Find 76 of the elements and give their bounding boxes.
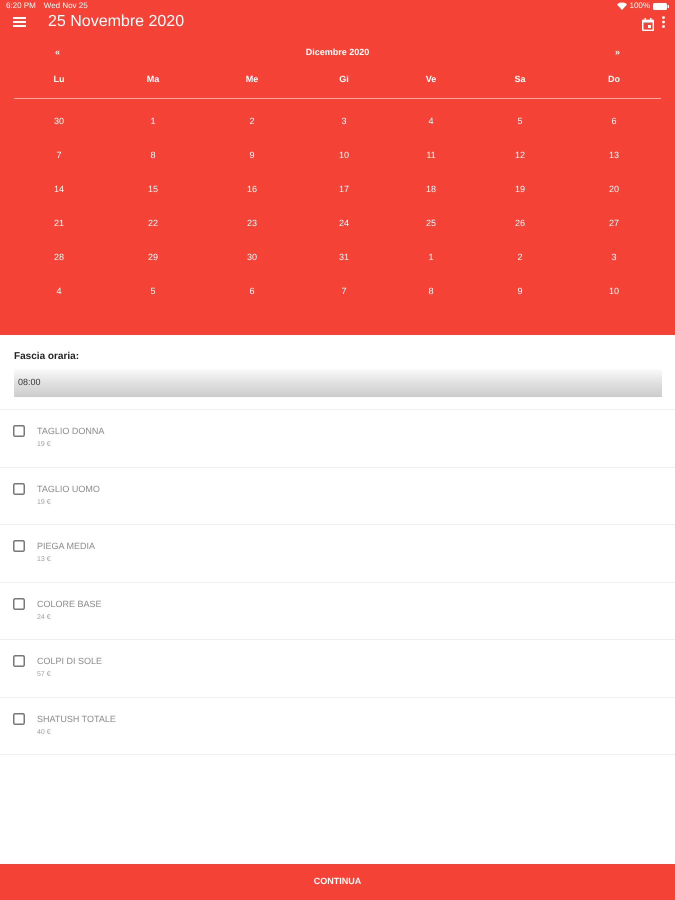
calendar-day[interactable]: 17 xyxy=(336,183,351,197)
calendar-day[interactable]: 8 xyxy=(148,149,158,163)
calendar-day[interactable]: 6 xyxy=(247,285,256,299)
service-name: COLORE BASE xyxy=(37,598,102,610)
app-title: 25 Novembre 2020 xyxy=(48,12,184,32)
calendar-day[interactable]: 31 xyxy=(336,251,351,265)
weekday-label: Sa xyxy=(514,73,526,86)
calendar-day[interactable]: 14 xyxy=(52,183,66,197)
weekday-label: Gi xyxy=(339,73,349,86)
calendar-day[interactable]: 10 xyxy=(336,149,351,163)
calendar-day[interactable]: 7 xyxy=(54,149,64,163)
checkbox-icon[interactable] xyxy=(13,540,25,552)
service-name: PIEGA MEDIA xyxy=(37,540,96,552)
weekday-label: Ve xyxy=(426,73,436,86)
calendar-day[interactable]: 1 xyxy=(148,115,158,129)
calendar-day[interactable]: 9 xyxy=(247,149,256,163)
calendar-day[interactable]: 22 xyxy=(146,217,160,231)
battery-icon xyxy=(653,2,669,10)
calendar-day[interactable]: 16 xyxy=(244,183,259,197)
service-name: COLPI DI SOLE xyxy=(37,655,102,667)
checkbox-icon[interactable] xyxy=(13,482,25,494)
calendar-day[interactable]: 1 xyxy=(426,251,436,265)
calendar-day[interactable]: 28 xyxy=(52,251,66,265)
service-name: SHATUSH TOTALE xyxy=(37,712,116,724)
checkbox-icon[interactable] xyxy=(13,598,25,610)
calendar-day[interactable]: 11 xyxy=(424,149,438,163)
weekday-label: Do xyxy=(608,73,620,86)
calendar-day[interactable]: 25 xyxy=(424,217,438,231)
more-options-icon[interactable] xyxy=(662,16,665,28)
battery-level: 100% xyxy=(630,0,650,12)
time-slot-label: Fascia oraria: xyxy=(14,350,80,364)
calendar-day[interactable]: 20 xyxy=(606,183,621,197)
calendar-day[interactable]: 19 xyxy=(512,183,527,197)
status-time: 6:20 PM xyxy=(6,0,36,12)
calendar-add-icon[interactable] xyxy=(642,18,654,30)
calendar-day[interactable]: 24 xyxy=(336,217,351,231)
calendar-day[interactable]: 12 xyxy=(512,149,527,163)
calendar-day[interactable]: 23 xyxy=(244,217,259,231)
calendar-day[interactable]: 5 xyxy=(148,285,158,299)
calendar-day[interactable]: 3 xyxy=(609,251,618,265)
calendar-day[interactable]: 9 xyxy=(515,285,524,299)
calendar-day[interactable]: 2 xyxy=(247,115,256,129)
service-name: TAGLIO UOMO xyxy=(37,482,100,494)
calendar-day[interactable]: 29 xyxy=(146,251,160,265)
previous-month-button[interactable]: « xyxy=(52,46,64,60)
wifi-icon xyxy=(616,2,627,10)
calendar-day[interactable]: 10 xyxy=(606,285,621,299)
menu-icon[interactable] xyxy=(13,17,26,27)
calendar-day[interactable]: 27 xyxy=(606,217,621,231)
calendar-day[interactable]: 4 xyxy=(426,115,436,129)
month-title: Dicembre 2020 xyxy=(306,46,370,60)
weekday-label: Ma xyxy=(146,73,160,86)
calendar-day[interactable]: 18 xyxy=(424,183,438,197)
checkbox-icon[interactable] xyxy=(13,425,25,437)
weekday-label: Lu xyxy=(54,73,64,86)
weekday-label: Me xyxy=(246,73,258,86)
status-date: Wed Nov 25 xyxy=(44,0,88,12)
calendar-day[interactable]: 30 xyxy=(52,115,66,129)
next-month-button[interactable]: » xyxy=(612,46,623,60)
calendar-day[interactable]: 15 xyxy=(146,183,160,197)
calendar-day[interactable]: 2 xyxy=(515,251,524,265)
calendar-day[interactable]: 13 xyxy=(606,149,621,163)
calendar-day[interactable]: 3 xyxy=(339,115,348,129)
checkbox-icon[interactable] xyxy=(13,655,25,667)
continue-button[interactable]: CONTINUA xyxy=(0,864,675,900)
calendar-day[interactable]: 26 xyxy=(512,217,527,231)
checkbox-icon[interactable] xyxy=(13,712,25,724)
service-name: TAGLIO DONNA xyxy=(37,425,104,437)
calendar-day[interactable]: 21 xyxy=(52,217,66,231)
calendar-day[interactable]: 8 xyxy=(426,285,436,299)
calendar-day[interactable]: 7 xyxy=(339,285,348,299)
calendar-day[interactable]: 5 xyxy=(515,115,524,129)
time-slot-select[interactable]: 08:00 xyxy=(14,369,662,397)
calendar-day[interactable]: 4 xyxy=(54,285,64,299)
calendar-day[interactable]: 6 xyxy=(609,115,618,129)
calendar-day[interactable]: 30 xyxy=(244,251,259,265)
